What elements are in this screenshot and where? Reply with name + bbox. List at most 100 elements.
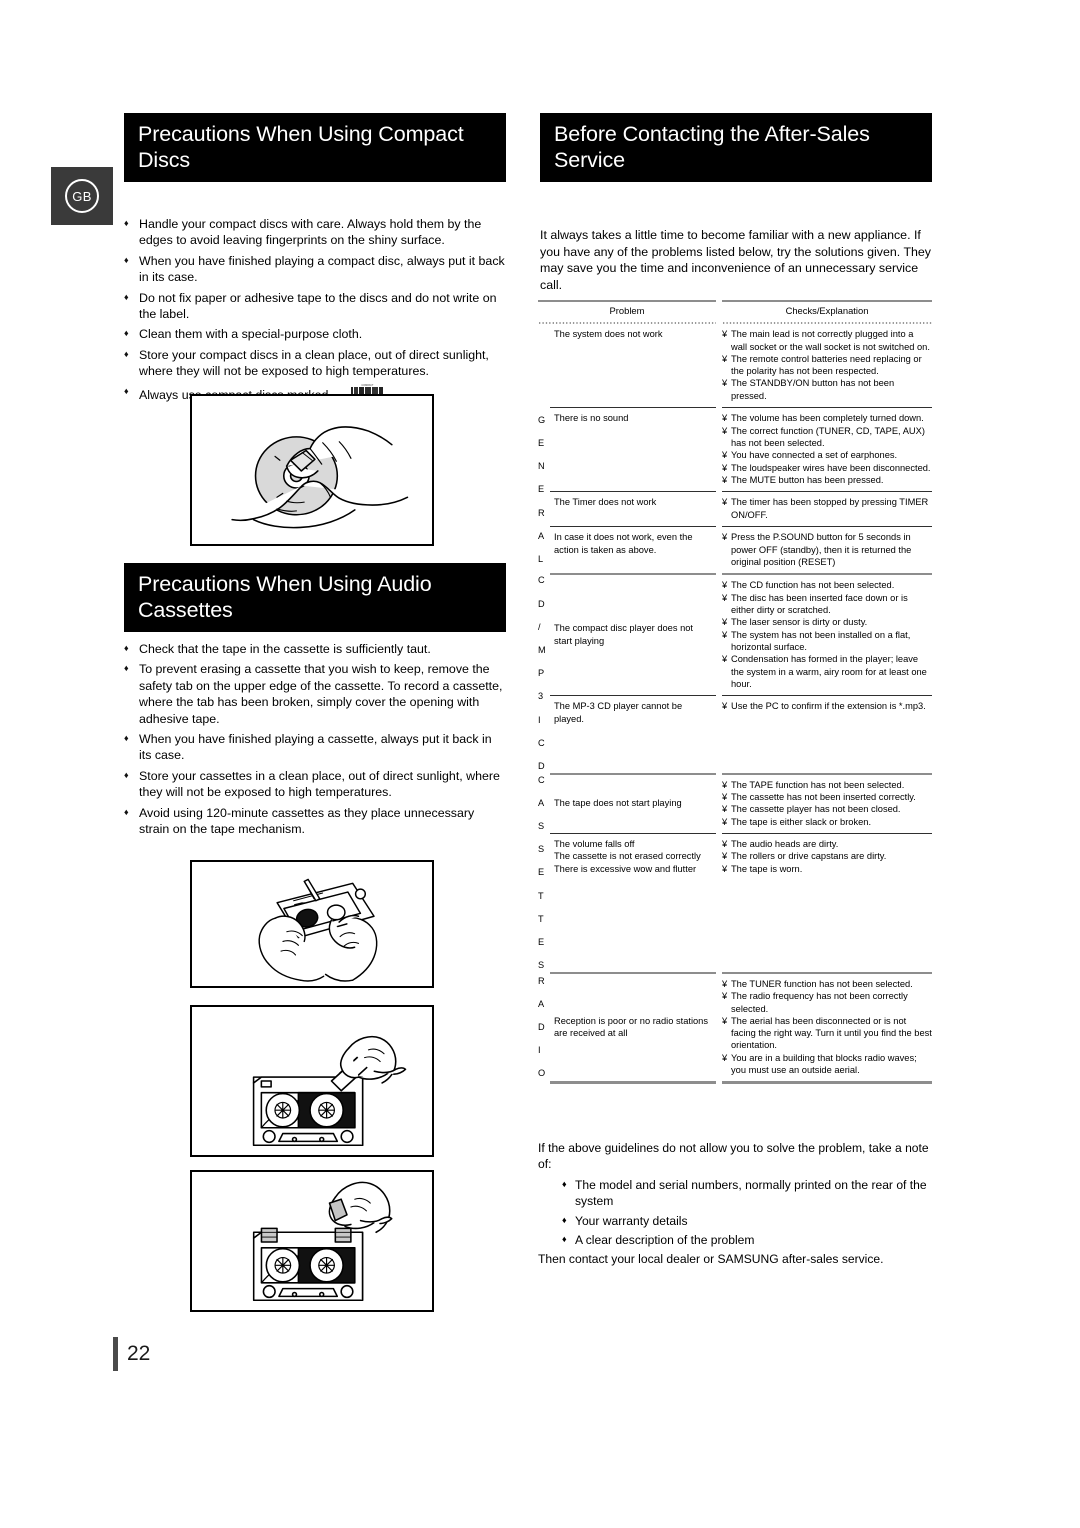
tag-letter: I bbox=[538, 1045, 541, 1056]
table-header-row: Problem Checks/Explanation bbox=[538, 300, 932, 325]
list-item: The model and serial numbers, normally p… bbox=[562, 1176, 932, 1210]
check-item: The audio heads are dirty. bbox=[722, 838, 932, 851]
closing-list: The model and serial numbers, normally p… bbox=[538, 1176, 932, 1249]
check-item: The loudspeaker wires have been disconne… bbox=[722, 462, 932, 475]
table-group-general: G E N E R A L There is no sound The volu… bbox=[538, 407, 932, 573]
closing-intro: If the above guidelines do not allow you… bbox=[538, 1141, 929, 1172]
section-title-line1: Precautions When Using Audio bbox=[138, 572, 432, 596]
problem-text: The compact disc player does not start p… bbox=[554, 623, 694, 646]
problem-text: The system does not work bbox=[554, 329, 663, 340]
group-tag-general: G E N E R A L bbox=[538, 407, 550, 573]
service-intro-paragraph: It always takes a little time to become … bbox=[540, 228, 931, 292]
tag-letter: P bbox=[538, 668, 545, 679]
tag-letter: C bbox=[538, 774, 545, 785]
table-group: The system does not work The main lead i… bbox=[538, 324, 932, 407]
list-item: Handle your compact discs with care. Alw… bbox=[124, 215, 506, 249]
problem-text: There is no sound bbox=[554, 413, 629, 424]
check-item: The main lead is not correctly plugged i… bbox=[722, 328, 932, 353]
problem-text: The tape does not start playing bbox=[554, 798, 682, 809]
section-header-after-sales-service: Before Contacting the After-Sales Servic… bbox=[540, 113, 932, 182]
tag-letter: C bbox=[538, 575, 545, 586]
cell-problem: Reception is poor or no radio stations a… bbox=[550, 974, 716, 1081]
illustration-hand-applying-adhesive-tape-to-cassette bbox=[190, 1170, 434, 1312]
table-group-radio: R A D I O Reception is poor or no radio … bbox=[538, 974, 932, 1081]
tag-letter: E bbox=[538, 437, 545, 448]
table-row: The compact disc player does not start p… bbox=[550, 575, 932, 695]
tag-letter: D bbox=[538, 598, 545, 609]
check-item: The cassette has not been inserted corre… bbox=[722, 791, 932, 804]
list-item: Check that the tape in the cassette is s… bbox=[124, 640, 506, 657]
group-body: The system does not work The main lead i… bbox=[550, 324, 932, 407]
table-bottom-rule bbox=[550, 1081, 932, 1084]
right-column: Before Contacting the After-Sales Servic… bbox=[540, 113, 932, 306]
group-tag-radio: R A D I O bbox=[538, 974, 550, 1081]
problem-text: In case it does not work, even the actio… bbox=[554, 532, 693, 555]
list-item: Do not fix paper or adhesive tape to the… bbox=[124, 289, 506, 323]
cassette-section: Precautions When Using Audio Cassettes C… bbox=[124, 563, 506, 841]
table-row: Reception is poor or no radio stations a… bbox=[550, 974, 932, 1081]
cell-problem: The tape does not start playing bbox=[550, 775, 716, 833]
tag-letter: / bbox=[538, 621, 541, 632]
check-item: The cassette player has not been closed. bbox=[722, 803, 932, 816]
section-title-line1: Before Contacting the After-Sales bbox=[554, 122, 870, 146]
cell-checks: The timer has been stopped by pressing T… bbox=[722, 492, 932, 526]
column-header-label: Checks/Explanation bbox=[785, 305, 869, 316]
tag-letter: E bbox=[538, 484, 545, 495]
cell-checks: The audio heads are dirty. The rollers o… bbox=[722, 834, 932, 880]
tag-letter: D bbox=[538, 760, 545, 771]
table-header-checks: Checks/Explanation bbox=[722, 300, 932, 325]
table-group-cassettes: C A S S E T T E S The tape does not star… bbox=[538, 775, 932, 972]
table-row: The tape does not start playing The TAPE… bbox=[550, 775, 932, 833]
check-item: Condensation has formed in the player; l… bbox=[722, 653, 932, 690]
list-item: Avoid using 120-minute cassettes as they… bbox=[124, 804, 506, 838]
table-row: There is no sound The volume has been co… bbox=[550, 408, 932, 491]
cell-problem: The Timer does not work bbox=[550, 492, 716, 526]
gb-badge-label: GB bbox=[65, 179, 99, 213]
cell-problem: There is no sound bbox=[550, 408, 716, 491]
problem-text: Reception is poor or no radio stations a… bbox=[554, 1015, 709, 1039]
tag-letter: R bbox=[538, 975, 545, 986]
list-item: Your warranty details bbox=[562, 1212, 932, 1229]
problem-text: The Timer does not work bbox=[554, 497, 657, 508]
check-item: The CD function has not been selected. bbox=[722, 579, 932, 592]
tag-letter: E bbox=[538, 937, 545, 948]
section-title-line1: Precautions When Using Compact bbox=[138, 122, 464, 146]
tag-letter: A bbox=[538, 797, 545, 808]
check-item: The TAPE function has not been selected. bbox=[722, 779, 932, 792]
table-header-problem: Problem bbox=[538, 300, 716, 325]
table-row: The system does not work The main lead i… bbox=[550, 324, 932, 407]
illustration-hands-tightening-cassette-tape bbox=[190, 860, 434, 988]
check-item: The correct function (TUNER, CD, TAPE, A… bbox=[722, 425, 932, 450]
list-item: Store your cassettes in a clean place, o… bbox=[124, 767, 506, 801]
table-row: The Timer does not work The timer has be… bbox=[550, 492, 932, 526]
table-group-cd-mp3: C D / M P 3 I C D The compact disc playe… bbox=[538, 575, 932, 772]
table-row: The MP-3 CD player cannot be played. Use… bbox=[550, 696, 932, 730]
left-column: Precautions When Using Compact Discs Han… bbox=[124, 113, 506, 407]
tag-letter: R bbox=[538, 507, 545, 518]
page-number-bar bbox=[113, 1337, 118, 1371]
column-header-label: Problem bbox=[609, 305, 645, 316]
cell-checks: The TUNER function has not been selected… bbox=[722, 974, 932, 1081]
table-row: In case it does not work, even the actio… bbox=[550, 527, 932, 573]
check-item: The aerial has been disconnected or is n… bbox=[722, 1015, 932, 1052]
check-item: The volume has been completely turned do… bbox=[722, 412, 932, 425]
group-tag-cd-mp3: C D / M P 3 I C D bbox=[538, 575, 550, 772]
check-item: The system has not been installed on a f… bbox=[722, 629, 932, 654]
check-item: The timer has been stopped by pressing T… bbox=[722, 496, 932, 521]
list-item: When you have finished playing a compact… bbox=[124, 252, 506, 286]
list-item: Store your compact discs in a clean plac… bbox=[124, 346, 506, 380]
cell-problem: The volume falls off The cassette is not… bbox=[550, 834, 716, 880]
table-row: The volume falls off The cassette is not… bbox=[550, 834, 932, 880]
cell-checks: The volume has been completely turned do… bbox=[722, 408, 932, 491]
check-item: You are in a building that blocks radio … bbox=[722, 1052, 932, 1077]
tag-letter: 3 bbox=[538, 691, 544, 702]
cell-checks: The TAPE function has not been selected.… bbox=[722, 775, 932, 833]
illustration-hand-breaking-cassette-safety-tab bbox=[190, 1005, 434, 1157]
manual-page: GB Precautions When Using Compact Discs … bbox=[0, 0, 1080, 1528]
tag-letter: T bbox=[538, 913, 544, 924]
tag-letter: A bbox=[538, 998, 545, 1009]
cell-problem: The system does not work bbox=[550, 324, 716, 407]
illustration-hands-holding-compact-disc bbox=[190, 394, 434, 546]
check-item: The MUTE button has been pressed. bbox=[722, 474, 932, 487]
check-item: The disc has been inserted face down or … bbox=[722, 592, 932, 617]
